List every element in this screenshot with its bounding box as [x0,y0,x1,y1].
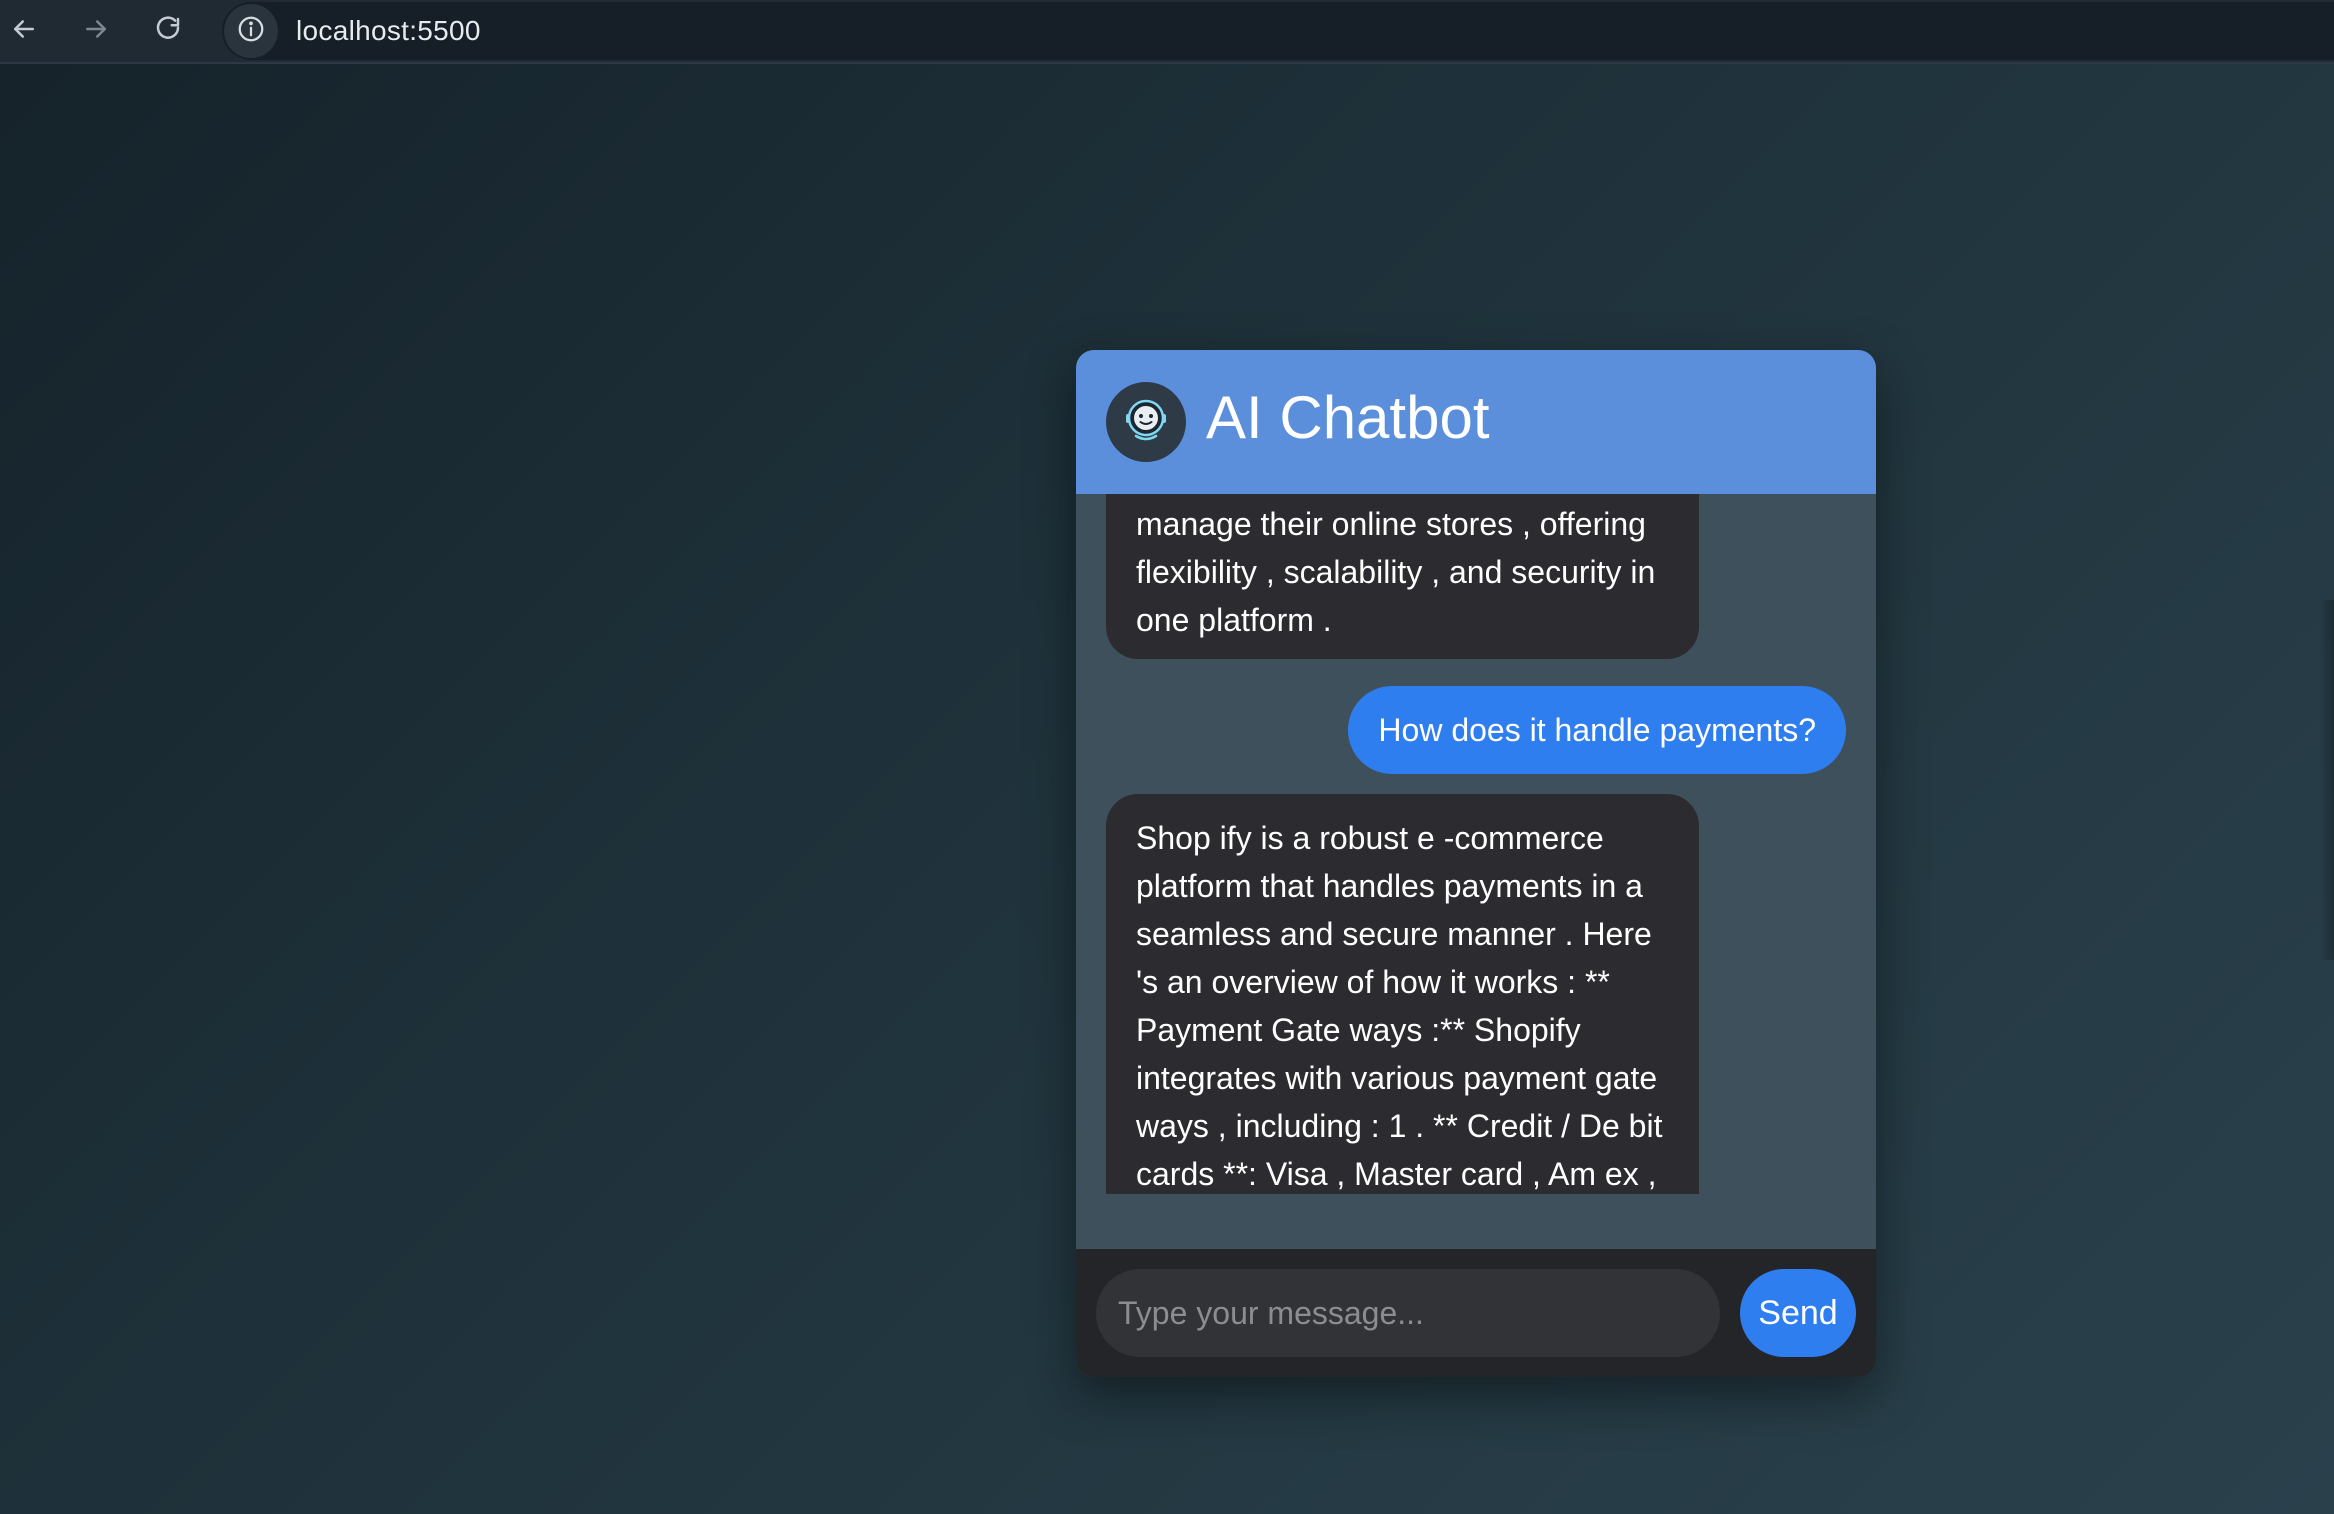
browser-toolbar: localhost:5500 [0,0,2334,64]
url-text[interactable]: localhost:5500 [296,15,481,47]
robot-icon [1118,392,1174,453]
chat-input-area: Send [1076,1249,1876,1377]
forward-button[interactable] [74,10,118,52]
info-icon [236,14,266,49]
arrow-right-icon [81,14,111,49]
bot-message: Shop ify is a robust e -commerce platfor… [1106,794,1699,1194]
bot-avatar [1106,382,1186,462]
bot-message: manage their online stores , offering fl… [1106,494,1699,659]
reload-icon [153,14,183,49]
page-edge-shadow [2320,600,2334,960]
back-button[interactable] [2,10,46,52]
user-message: How does it handle payments? [1348,686,1846,774]
chat-widget: AI Chatbot manage their online stores , … [1076,350,1876,1377]
address-bar[interactable]: localhost:5500 [222,2,2334,60]
chat-messages[interactable]: manage their online stores , offering fl… [1076,494,1876,1194]
chat-header: AI Chatbot [1076,350,1876,494]
arrow-left-icon [9,14,39,49]
send-button[interactable]: Send [1740,1269,1856,1357]
message-input[interactable] [1096,1269,1720,1357]
reload-button[interactable] [146,10,190,52]
site-info-button[interactable] [224,4,278,58]
chat-title: AI Chatbot [1206,384,1490,451]
